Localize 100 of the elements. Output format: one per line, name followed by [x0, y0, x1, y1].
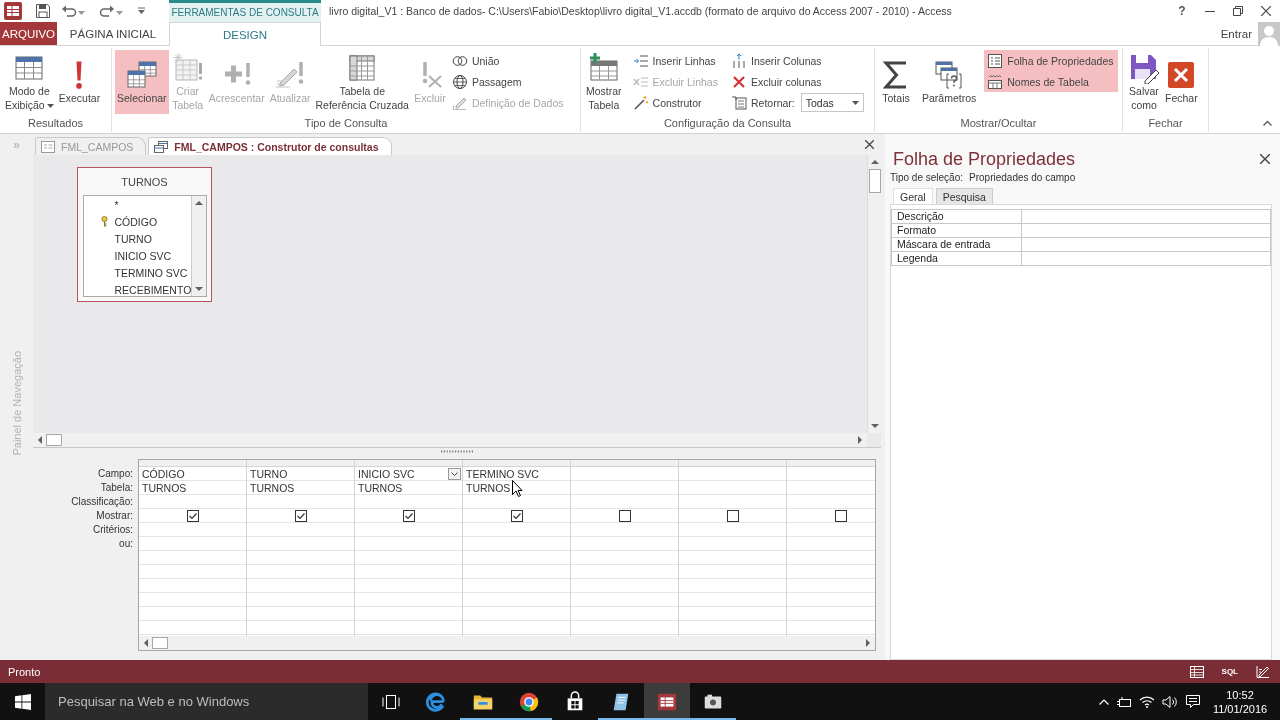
checkbox[interactable]: [834, 509, 847, 522]
power-icon[interactable]: [1116, 695, 1132, 708]
ribbon-button[interactable]: Excluir colunas: [727, 71, 864, 92]
checkbox[interactable]: [726, 509, 739, 522]
notification-icon[interactable]: [1185, 694, 1201, 709]
round-browser-icon: [518, 690, 540, 713]
property-label: Legenda: [892, 252, 1022, 265]
search-field[interactable]: Pesquisar na Web e no Windows: [45, 683, 368, 720]
ribbon-tab[interactable]: ARQUIVO: [0, 22, 57, 45]
ribbon-button[interactable]: Modo de Exibição: [3, 50, 56, 114]
table-names-icon: [987, 73, 1004, 90]
customize-icon[interactable]: [137, 7, 146, 15]
close-icon[interactable]: [865, 139, 874, 149]
scrollbar-thumb[interactable]: [152, 637, 168, 649]
design-view-icon[interactable]: [1256, 665, 1270, 678]
scrollbar-thumb[interactable]: [46, 434, 62, 446]
field-cell[interactable]: INICIO SVC: [355, 467, 462, 481]
field-item[interactable]: TURNO: [83, 230, 192, 247]
checkbox[interactable]: [402, 509, 415, 522]
right-arrow-icon[interactable]: [855, 435, 865, 445]
up-arrow-icon[interactable]: [193, 198, 204, 208]
caret-up-icon[interactable]: [1099, 698, 1109, 705]
scrollbar-thumb[interactable]: [868, 169, 881, 193]
ribbon-button[interactable]: Salvar como: [1126, 50, 1162, 114]
down-arrow-icon[interactable]: [869, 421, 880, 431]
insert-columns-icon: [730, 52, 747, 69]
selection-type-label: Tipo de seleção:: [890, 172, 963, 183]
table-cell[interactable]: TURNOS: [139, 481, 246, 495]
vertical-scrollbar[interactable]: [191, 196, 206, 296]
restore-icon[interactable]: [1233, 6, 1243, 16]
field-item[interactable]: INICIO SVC: [83, 247, 192, 264]
group-label: Configuração da Consulta: [662, 116, 793, 131]
ribbon-tab[interactable]: PÁGINA INICIAL: [57, 22, 169, 45]
close-icon[interactable]: [1261, 6, 1271, 16]
clock-time[interactable]: 10:52: [1226, 687, 1254, 702]
ribbon-button[interactable]: União: [448, 50, 568, 71]
field-list[interactable]: * CÓDIGO TURNO INICIO SVC TERMINO SVC RECEBIMENTO: [82, 195, 207, 297]
collapse-caret-icon[interactable]: [1263, 120, 1272, 126]
clock-date[interactable]: 11/01/2016: [1212, 701, 1268, 716]
database-logo-icon[interactable]: [3, 1, 23, 21]
return-icon: [730, 94, 747, 111]
task-view-icon[interactable]: [382, 694, 400, 709]
wifi-icon[interactable]: [1139, 695, 1155, 708]
ribbon-button[interactable]: Construtor: [629, 92, 722, 113]
property-list-icon: [987, 52, 1004, 69]
datasheet-view-icon[interactable]: [1189, 665, 1204, 678]
close-icon[interactable]: [1260, 154, 1270, 164]
table-sparkle-icon: [171, 52, 204, 84]
help-button[interactable]: ?: [1168, 0, 1196, 22]
checkbox[interactable]: [510, 509, 523, 522]
property-label: Formato: [892, 224, 1022, 237]
ribbon-button[interactable]: Mostrar Tabela: [584, 50, 624, 114]
ribbon-button[interactable]: Selecionar: [115, 50, 169, 114]
field-cell[interactable]: TERMINO SVC: [463, 467, 570, 481]
windows-logo-icon[interactable]: [14, 693, 31, 710]
redo-icon[interactable]: [99, 3, 115, 19]
ribbon-button[interactable]: Nomes de Tabela: [984, 71, 1118, 92]
field-item[interactable]: TERMINO SVC: [83, 264, 192, 281]
ribbon-button[interactable]: Passagem: [448, 71, 568, 92]
field-cell[interactable]: CÓDIGO: [139, 467, 246, 481]
horizontal-scrollbar[interactable]: [33, 433, 867, 447]
document-tab[interactable]: FML_CAMPOS : Construtor de consultas: [148, 137, 392, 155]
ribbon-button[interactable]: Executar: [56, 50, 103, 114]
right-arrow-icon[interactable]: [863, 638, 873, 648]
ribbon-tab[interactable]: DESIGN: [169, 22, 321, 46]
field-item[interactable]: *: [83, 196, 192, 213]
taskbar-button[interactable]: [644, 683, 690, 720]
field-cell[interactable]: TURNO: [247, 467, 354, 481]
grip-icon[interactable]: [440, 450, 474, 453]
sign-in-link[interactable]: Entrar: [1220, 27, 1252, 40]
property-tab[interactable]: Geral: [893, 188, 933, 204]
sql-view-button[interactable]: SQL: [1221, 667, 1238, 676]
ribbon-button[interactable]: Inserir Linhas: [629, 50, 722, 71]
ribbon-button[interactable]: Tabela de Referência Cruzada: [313, 50, 411, 114]
checkbox[interactable]: [294, 509, 307, 522]
horizontal-scrollbar[interactable]: [139, 636, 875, 650]
ribbon-button[interactable]: Totais: [878, 50, 914, 114]
table-window[interactable]: TURNOS * CÓDIGO TURNO INICIO SVC TERMINO SVC RECEBIMENTO: [77, 167, 212, 302]
undo-icon[interactable]: [61, 3, 77, 19]
save-as-icon: [1128, 52, 1160, 84]
ribbon-button[interactable]: Inserir Colunas: [727, 50, 864, 71]
down-arrow-icon[interactable]: [193, 284, 204, 294]
up-arrow-icon[interactable]: [869, 157, 880, 167]
checkbox[interactable]: [618, 509, 631, 522]
property-label: Máscara de entrada: [892, 238, 1022, 251]
checkbox[interactable]: [186, 509, 199, 522]
table-cell[interactable]: TURNOS: [355, 481, 462, 495]
return-dropdown[interactable]: Todas: [800, 93, 864, 112]
table-plus-icon: [587, 52, 620, 84]
ribbon-button[interactable]: Fechar: [1163, 50, 1200, 114]
field-item[interactable]: CÓDIGO: [83, 213, 192, 230]
query-grid[interactable]: CÓDIGO TURNOS TURNO TURNOS INICIO SVC TURNOS TERMINO SVC TURNOS: [138, 459, 876, 651]
ribbon-button[interactable]: Parâmetros: [920, 50, 979, 114]
volume-icon[interactable]: [1162, 694, 1178, 709]
table-cell[interactable]: TURNOS: [247, 481, 354, 495]
property-tab[interactable]: Pesquisa: [935, 188, 993, 204]
save-icon[interactable]: [35, 3, 51, 19]
globe-icon: [451, 73, 468, 90]
field-item[interactable]: RECEBIMENTO: [83, 281, 192, 298]
ribbon-button[interactable]: Folha de Propriedades: [984, 50, 1118, 71]
